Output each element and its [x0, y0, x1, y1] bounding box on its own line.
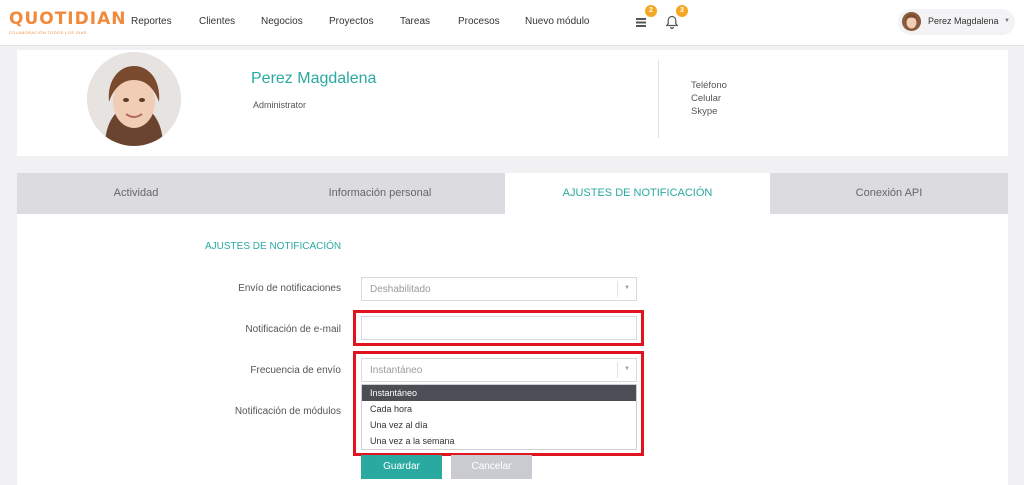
user-avatar [902, 12, 921, 31]
user-name: Perez Magdalena [928, 16, 999, 26]
tab-ajustes-notificacion[interactable]: AJUSTES DE NOTIFICACIÓN [505, 173, 770, 214]
email-label: Notificación de e-mail [245, 324, 341, 335]
nav-proyectos[interactable]: Proyectos [329, 16, 373, 27]
profile-card: Perez Magdalena Administrator Teléfono C… [17, 50, 1008, 156]
nav-procesos[interactable]: Procesos [458, 16, 500, 27]
notification-settings-panel: AJUSTES DE NOTIFICACIÓN Envío de notific… [17, 214, 1008, 485]
contact-mobile-label: Celular [691, 93, 722, 104]
list-badge: 2 [645, 5, 657, 17]
section-title: AJUSTES DE NOTIFICACIÓN [205, 241, 342, 252]
modulos-label: Notificación de módulos [234, 406, 341, 417]
nav-tareas[interactable]: Tareas [400, 16, 430, 27]
tab-conexion-api[interactable]: Conexión API [770, 173, 1008, 214]
logo-tagline: COLABORACIÓN TODOS LOS DÍAS [9, 30, 87, 35]
select-separator [617, 281, 618, 297]
frecuencia-label: Frecuencia de envío [250, 365, 341, 376]
tab-informacion-personal[interactable]: Información personal [255, 173, 505, 214]
profile-role: Administrator [253, 100, 307, 110]
envio-select[interactable]: Deshabilitado ▼ [361, 277, 637, 301]
user-menu[interactable]: Perez Magdalena ▼ [898, 9, 1015, 35]
envio-label: Envío de notificaciones [238, 283, 341, 294]
nav-negocios[interactable]: Negocios [261, 16, 303, 27]
cancel-button[interactable]: Cancelar [451, 455, 532, 479]
profile-name: Perez Magdalena [251, 70, 377, 87]
tab-actividad[interactable]: Actividad [17, 173, 255, 214]
profile-divider [658, 60, 659, 138]
chevron-down-icon: ▼ [1004, 18, 1010, 24]
save-button[interactable]: Guardar [361, 455, 442, 479]
nav-reportes[interactable]: Reportes [131, 16, 172, 27]
logo-word: QUOTIDIAN [9, 9, 127, 29]
email-highlight-box [353, 310, 644, 346]
list-icon[interactable] [633, 14, 649, 30]
nav-nuevo-modulo[interactable]: Nuevo módulo [525, 16, 589, 27]
frecuencia-highlight-box [353, 351, 644, 456]
contact-phone-label: Teléfono [691, 80, 727, 91]
bell-badge: 3 [676, 5, 688, 17]
profile-tabs: Actividad Información personal AJUSTES D… [17, 173, 1008, 214]
envio-value: Deshabilitado [370, 284, 431, 295]
chevron-down-icon: ▼ [624, 285, 630, 291]
nav-clientes[interactable]: Clientes [199, 16, 235, 27]
bell-icon[interactable] [664, 14, 680, 30]
app-logo[interactable]: QUOTIDIAN COLABORACIÓN TODOS LOS DÍAS [9, 9, 127, 36]
profile-avatar [87, 52, 181, 146]
contact-skype-label: Skype [691, 106, 718, 117]
top-navbar: QUOTIDIAN COLABORACIÓN TODOS LOS DÍAS Re… [0, 0, 1024, 46]
